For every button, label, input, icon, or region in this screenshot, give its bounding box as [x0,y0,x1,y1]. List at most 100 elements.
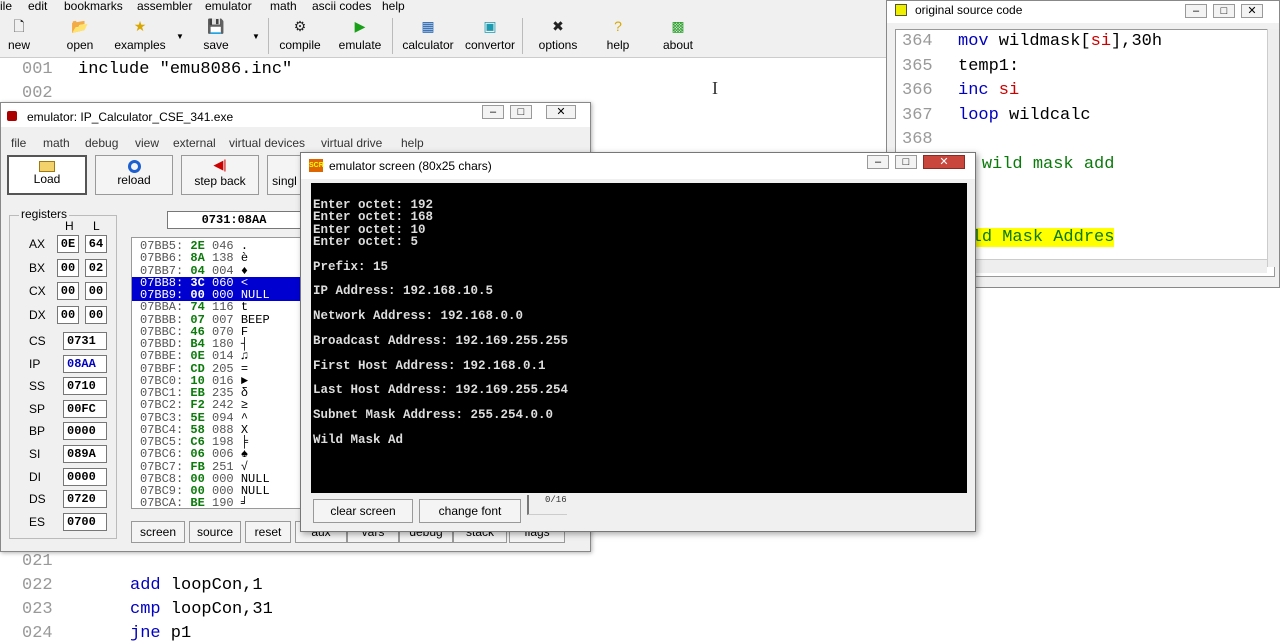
vertical-scrollbar[interactable] [1267,29,1279,267]
register-cx-label: CX [29,284,46,298]
register-ax-high[interactable]: 0E [57,235,79,253]
register-ds-value[interactable]: 0720 [63,490,107,509]
menu-ascii-codes[interactable]: ascii codes [312,0,371,13]
memory-row[interactable]: 07BC4: 58 088 X [140,424,248,436]
register-dx-high[interactable]: 00 [57,305,79,324]
close-button[interactable]: ✕ [546,105,576,119]
emulator-menu-virtual-drive[interactable]: virtual drive [321,136,382,150]
register-es-value[interactable]: 0700 [63,512,107,531]
register-ax-low[interactable]: 64 [85,235,107,253]
single-step-button[interactable]: singl [267,155,301,195]
emulator-menu-math[interactable]: math [43,136,70,150]
emulator-menu-view[interactable]: view [135,136,159,150]
convertor-button[interactable]: ▣ convertor [460,18,520,52]
maximize-button[interactable]: □ [1213,4,1235,18]
folder-icon [39,161,55,172]
register-ip-value[interactable]: 08AA [63,354,107,373]
memory-row[interactable]: 07BBE: 0E 014 ♫ [140,350,248,362]
menu-help[interactable]: help [382,0,405,13]
console-output[interactable]: Enter octet: 192 Enter octet: 168 Enter oc… [311,183,967,493]
open-button[interactable]: 📂 open [60,18,100,52]
menu-assembler[interactable]: assembler [137,0,192,13]
emulate-button[interactable]: ▶ emulate [334,18,386,52]
memory-row[interactable]: 07BC3: 5E 094 ^ [140,412,248,424]
about-button[interactable]: ▩ about [652,18,704,52]
reload-button[interactable]: reload [95,155,173,195]
address-field[interactable]: 0731:08AA [167,211,301,229]
register-di-value[interactable]: 0000 [63,467,107,486]
minimize-button[interactable]: – [1185,4,1207,18]
memory-row[interactable]: 07BB6: 8A 138 è [140,252,248,264]
emulator-menu-debug[interactable]: debug [85,136,118,150]
emulator-title: emulator: IP_Calculator_CSE_341.exe [27,110,234,124]
step-back-label: step back [194,174,246,188]
register-ss-value[interactable]: 0710 [63,377,107,396]
memory-row[interactable]: 07BC0: 10 016 ► [140,375,248,387]
memory-row[interactable]: 07BC2: F2 242 ≥ [140,399,248,411]
register-bx-high[interactable]: 00 [57,258,79,277]
line-number: 021 [22,552,53,571]
source-button[interactable]: source [189,521,241,543]
options-button[interactable]: ✖ options [530,18,586,52]
reset-button[interactable]: reset [245,521,291,543]
maximize-button[interactable]: □ [895,155,917,169]
emulator-menu-external[interactable]: external [173,136,216,150]
memory-row[interactable]: 07BB7: 04 004 ♦ [140,265,248,277]
register-cs-value[interactable]: 0731 [63,332,107,350]
line-number: 023 [22,600,53,619]
help-button[interactable]: ? help [596,18,640,52]
memory-row[interactable]: 07BC8: 00 000 NULL [140,473,270,485]
maximize-button[interactable]: □ [510,105,532,119]
minimize-button[interactable]: – [867,155,889,169]
emulator-menu-file[interactable]: file [11,136,26,150]
emulator-icon [7,111,17,121]
memory-row[interactable]: 07BB8: 3C 060 < [132,276,300,289]
memory-row[interactable]: 07BC7: FB 251 √ [140,461,248,473]
screen-button[interactable]: screen [131,521,185,543]
emulator-menu-virtual-devices[interactable]: virtual devices [229,136,305,150]
memory-list[interactable]: 07BB5: 2E 046 . 07BB6: 8A 138 è 07BB7: 04 … [131,237,301,509]
horizontal-scrollbar[interactable] [967,259,1267,273]
memory-row[interactable]: 07BC5: C6 198 ╞ [140,436,248,448]
compile-button[interactable]: ⚙ compile [272,18,328,52]
memory-row[interactable]: 07BBB: 07 007 BEEP [140,314,270,326]
calculator-button[interactable]: ▦ calculator [396,18,460,52]
register-si-value[interactable]: 089A [63,445,107,463]
memory-row[interactable]: 07BC1: EB 235 δ [140,387,248,399]
examples-dropdown-arrow-icon[interactable]: ▼ [176,32,184,41]
change-font-button[interactable]: change font [419,499,521,523]
menu-bookmarks[interactable]: bookmarks [64,0,123,13]
memory-row[interactable]: 07BB5: 2E 046 . [140,240,248,252]
memory-row[interactable]: 07BC6: 06 006 ♠ [140,448,248,460]
register-sp-value[interactable]: 00FC [63,399,107,418]
minimize-button[interactable]: – [482,105,504,119]
memory-row[interactable]: 07BC9: 00 000 NULL [140,485,270,497]
clear-screen-button[interactable]: clear screen [313,499,413,523]
register-bp-value[interactable]: 0000 [63,422,107,441]
step-back-button[interactable]: ◀| step back [181,155,259,195]
new-button[interactable]: 🗋 new [2,18,36,52]
menu-ile[interactable]: ile [0,0,12,13]
memory-row[interactable]: 07BBC: 46 070 F [140,326,248,338]
register-cx-low[interactable]: 00 [85,282,107,300]
examples-button[interactable]: ★ examples [108,18,172,52]
menu-edit[interactable]: edit [28,0,47,13]
memory-row[interactable]: 07BBD: B4 180 ┤ [140,338,248,350]
memory-row[interactable]: 07BBA: 74 116 t [140,301,248,313]
menu-math[interactable]: math [270,0,297,13]
load-button[interactable]: Load [7,155,87,195]
emulator-menu-help[interactable]: help [401,136,424,150]
close-button[interactable]: ✕ [1241,4,1263,18]
memory-row[interactable]: 07BB9: 00 000 NULL [132,289,300,301]
save-dropdown-arrow-icon[interactable]: ▼ [252,32,260,41]
register-bx-low[interactable]: 02 [85,258,107,277]
register-cx-high[interactable]: 00 [57,282,79,300]
save-button[interactable]: 💾 save [190,18,242,52]
menu-emulator[interactable]: emulator [205,0,252,13]
register-dx-low[interactable]: 00 [85,305,107,324]
close-button[interactable]: ✕ [923,155,965,169]
screen-title-bar: SCR emulator screen (80x25 chars) – □ ✕ [301,153,975,179]
memory-row[interactable]: 07BBF: CD 205 = [140,363,248,375]
memory-row[interactable]: 07BCA: BE 190 ╛ [140,497,248,508]
line-number: 001 [22,60,53,79]
